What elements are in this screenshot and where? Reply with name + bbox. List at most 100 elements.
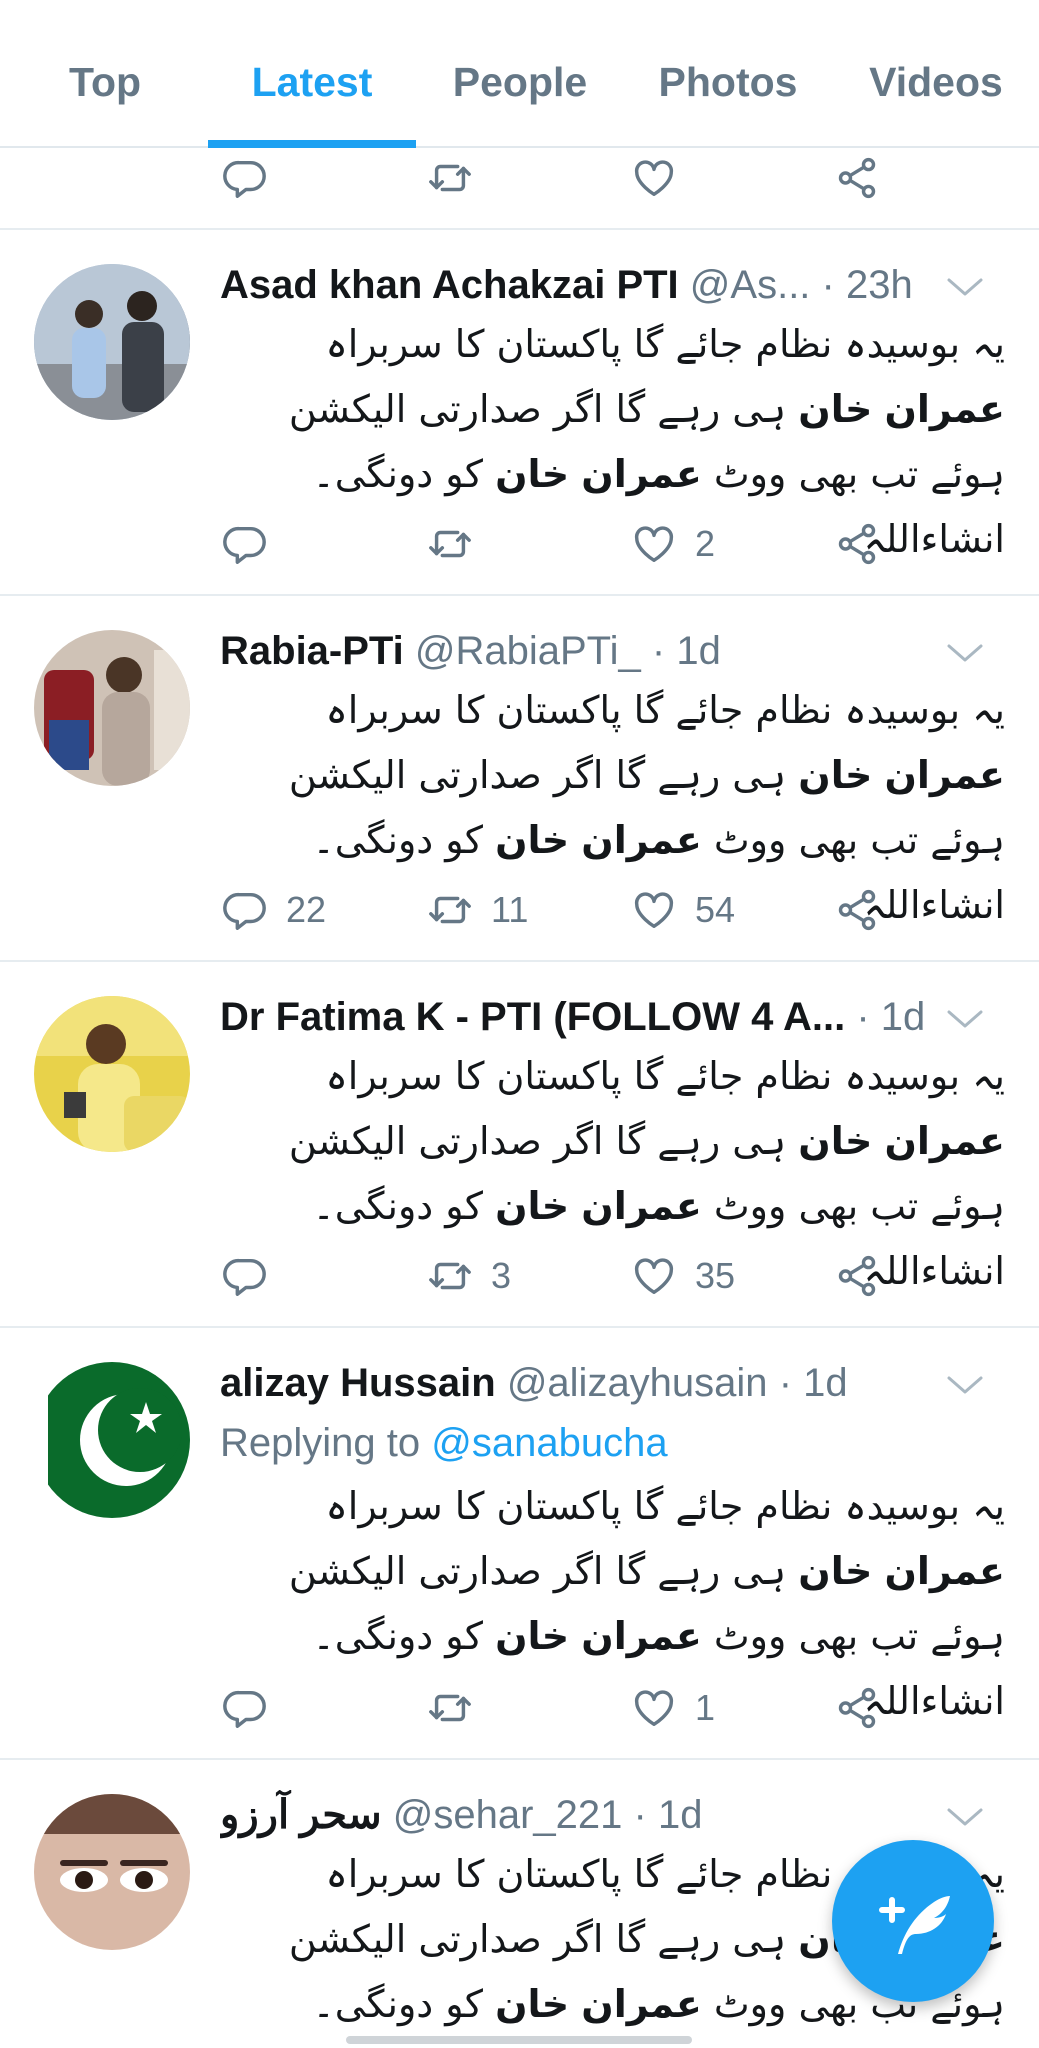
tweet-header: alizay Hussain @alizayhusain · 1d (220, 1358, 940, 1408)
compose-tweet-button[interactable] (832, 1840, 994, 2002)
tweet-header: Dr Fatima K - PTI (FOLLOW 4 A... · 1d (220, 992, 940, 1042)
avatar[interactable] (34, 996, 190, 1152)
reply-mention-link[interactable]: @sanabucha (431, 1421, 667, 1465)
like-button[interactable]: 2 (631, 516, 715, 572)
share-icon (834, 1685, 880, 1731)
retweet-button[interactable] (427, 150, 473, 206)
retweet-icon (427, 521, 473, 567)
avatar[interactable] (34, 1794, 190, 1950)
tweet-header: Rabia-PTi @RabiaPTi_ · 1d (220, 626, 940, 676)
mention-imran: عمران (581, 452, 702, 496)
reply-button[interactable]: 22 (222, 882, 326, 938)
user-handle[interactable]: @sehar_221 (393, 1793, 623, 1837)
like-button[interactable]: 54 (631, 882, 735, 938)
mention-imran: عمران (581, 818, 702, 862)
tweet-actions: 22 11 54 (0, 882, 1039, 938)
reply-button[interactable] (222, 1680, 286, 1736)
user-handle[interactable]: @RabiaPTi_ (415, 629, 641, 673)
replying-to-label: Replying to (220, 1421, 421, 1465)
avatar-photo (34, 1794, 190, 1950)
compose-tweet-icon (879, 1896, 950, 1954)
like-button[interactable] (631, 150, 677, 206)
user-handle[interactable]: @alizayhusain (507, 1361, 768, 1405)
display-name[interactable]: Asad khan Achakzai PTI (220, 263, 679, 307)
tweet-partial[interactable] (0, 148, 1039, 230)
tab-videos[interactable]: Videos (848, 52, 1024, 112)
retweet-button[interactable] (427, 1680, 491, 1736)
user-handle[interactable]: @As... (690, 263, 811, 307)
tab-latest[interactable]: Latest (208, 52, 416, 112)
tweet-header: Asad khan Achakzai PTI @As... · 23h (220, 260, 940, 310)
timestamp[interactable]: 23h (846, 263, 913, 307)
timestamp[interactable]: 1d (803, 1361, 848, 1405)
chevron-down-icon[interactable] (945, 1004, 985, 1034)
like-count: 1 (695, 1687, 716, 1728)
mention-imran: عمران (884, 387, 1005, 431)
share-button[interactable] (834, 516, 880, 572)
chevron-down-icon[interactable] (945, 1802, 985, 1832)
separator-dot: · (821, 263, 835, 307)
tab-top[interactable]: Top (30, 52, 180, 112)
text-part: یہ بوسیدہ نظام جائے گا پاکستان کا سربراہ (325, 1054, 1006, 1098)
tab-photos[interactable]: Photos (640, 52, 816, 112)
mention-khan: خان (798, 387, 873, 431)
display-name[interactable]: Dr Fatima K - PTI (FOLLOW 4 A... (220, 995, 845, 1039)
timestamp[interactable]: 1d (658, 1793, 703, 1837)
tweet-actions (0, 150, 1039, 206)
tweet[interactable]: Dr Fatima K - PTI (FOLLOW 4 A... · 1d یہ… (0, 962, 1039, 1328)
mention-imran: عمران (884, 753, 1005, 797)
display-name[interactable]: سحر آرزو (220, 1793, 382, 1837)
share-button[interactable] (834, 1680, 880, 1736)
avatar[interactable] (34, 630, 190, 786)
chevron-down-icon[interactable] (945, 272, 985, 302)
retweet-icon (427, 1685, 473, 1731)
reply-button[interactable] (222, 150, 268, 206)
heart-icon (631, 155, 677, 201)
chevron-down-icon[interactable] (945, 1370, 985, 1400)
active-tab-indicator (208, 140, 416, 148)
tweet[interactable]: Asad khan Achakzai PTI @As... · 23h یہ ب… (0, 230, 1039, 596)
avatar-photo (34, 264, 190, 420)
share-button[interactable] (834, 882, 880, 938)
chevron-down-icon[interactable] (945, 638, 985, 668)
avatar[interactable] (34, 264, 190, 420)
tweet-actions: 3 35 (0, 1248, 1039, 1304)
display-name[interactable]: Rabia-PTi (220, 629, 404, 673)
reply-icon (222, 1685, 268, 1731)
like-count: 2 (695, 523, 716, 564)
tweet[interactable]: alizay Hussain @alizayhusain · 1d Replyi… (0, 1328, 1039, 1760)
home-indicator[interactable] (346, 2036, 692, 2044)
retweet-button[interactable] (427, 516, 491, 572)
reply-button[interactable] (222, 516, 286, 572)
like-button[interactable]: 1 (631, 1680, 715, 1736)
retweet-button[interactable]: 3 (427, 1248, 511, 1304)
mention-khan: خان (798, 1549, 873, 1593)
mention-imran: عمران (581, 1184, 702, 1228)
share-button[interactable] (834, 150, 880, 206)
mention-imran: عمران (581, 1982, 702, 2026)
share-icon (834, 1253, 880, 1299)
timestamp[interactable]: 1d (676, 629, 721, 673)
tab-people[interactable]: People (432, 52, 608, 112)
retweet-button[interactable]: 11 (427, 882, 528, 938)
like-button[interactable]: 35 (631, 1248, 735, 1304)
share-icon (834, 521, 880, 567)
avatar-photo (34, 630, 190, 786)
share-button[interactable] (834, 1248, 880, 1304)
retweet-count: 11 (491, 889, 529, 930)
tweet[interactable]: Rabia-PTi @RabiaPTi_ · 1d یہ بوسیدہ نظام… (0, 596, 1039, 962)
timestamp[interactable]: 1d (881, 995, 926, 1039)
retweet-count: 3 (491, 1255, 512, 1296)
display-name[interactable]: alizay Hussain (220, 1361, 496, 1405)
mention-khan: خان (798, 1119, 873, 1163)
avatar[interactable] (34, 1362, 190, 1518)
retweet-icon (427, 887, 473, 933)
reply-icon (222, 155, 268, 201)
separator-dot: · (651, 629, 666, 673)
reply-button[interactable] (222, 1248, 286, 1304)
heart-icon (631, 887, 677, 933)
share-icon (834, 887, 880, 933)
mention-imran: عمران (884, 1119, 1005, 1163)
retweet-icon (427, 1253, 473, 1299)
tweet-feed[interactable]: Asad khan Achakzai PTI @As... · 23h یہ ب… (0, 148, 1039, 2048)
